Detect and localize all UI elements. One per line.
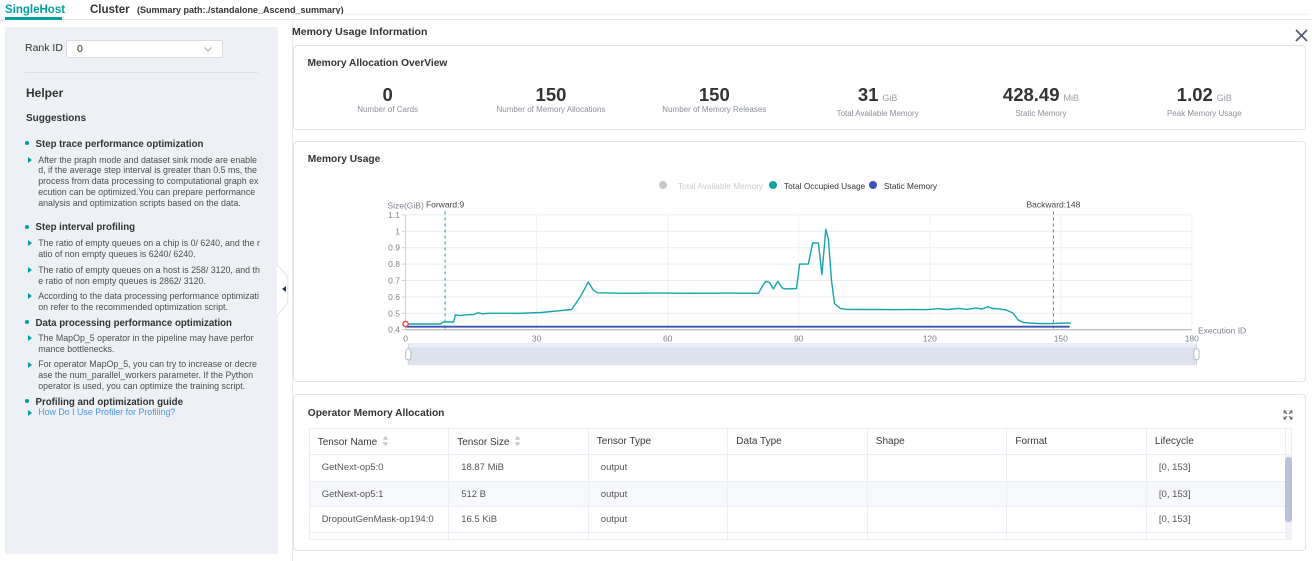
svg-text:0: 0 [403,334,408,344]
svg-text:1.1: 1.1 [388,210,400,220]
svg-text:0.6: 0.6 [388,292,400,302]
svg-text:Forward:9: Forward:9 [426,200,465,210]
svg-text:150: 150 [1054,334,1068,344]
svg-text:Backward:148: Backward:148 [1026,200,1080,210]
svg-text:60: 60 [663,334,673,344]
svg-text:120: 120 [923,334,937,344]
svg-text:30: 30 [532,334,542,344]
svg-text:1: 1 [395,226,400,236]
svg-text:Execution ID: Execution ID [1198,326,1246,336]
svg-text:Size(GiB): Size(GiB) [387,201,424,211]
svg-text:180: 180 [1185,334,1199,344]
svg-text:0.4: 0.4 [388,325,400,335]
svg-text:0.9: 0.9 [388,243,400,253]
svg-text:0.5: 0.5 [388,308,400,318]
svg-text:90: 90 [794,334,804,344]
svg-text:0.7: 0.7 [388,276,400,286]
svg-text:0.8: 0.8 [388,259,400,269]
